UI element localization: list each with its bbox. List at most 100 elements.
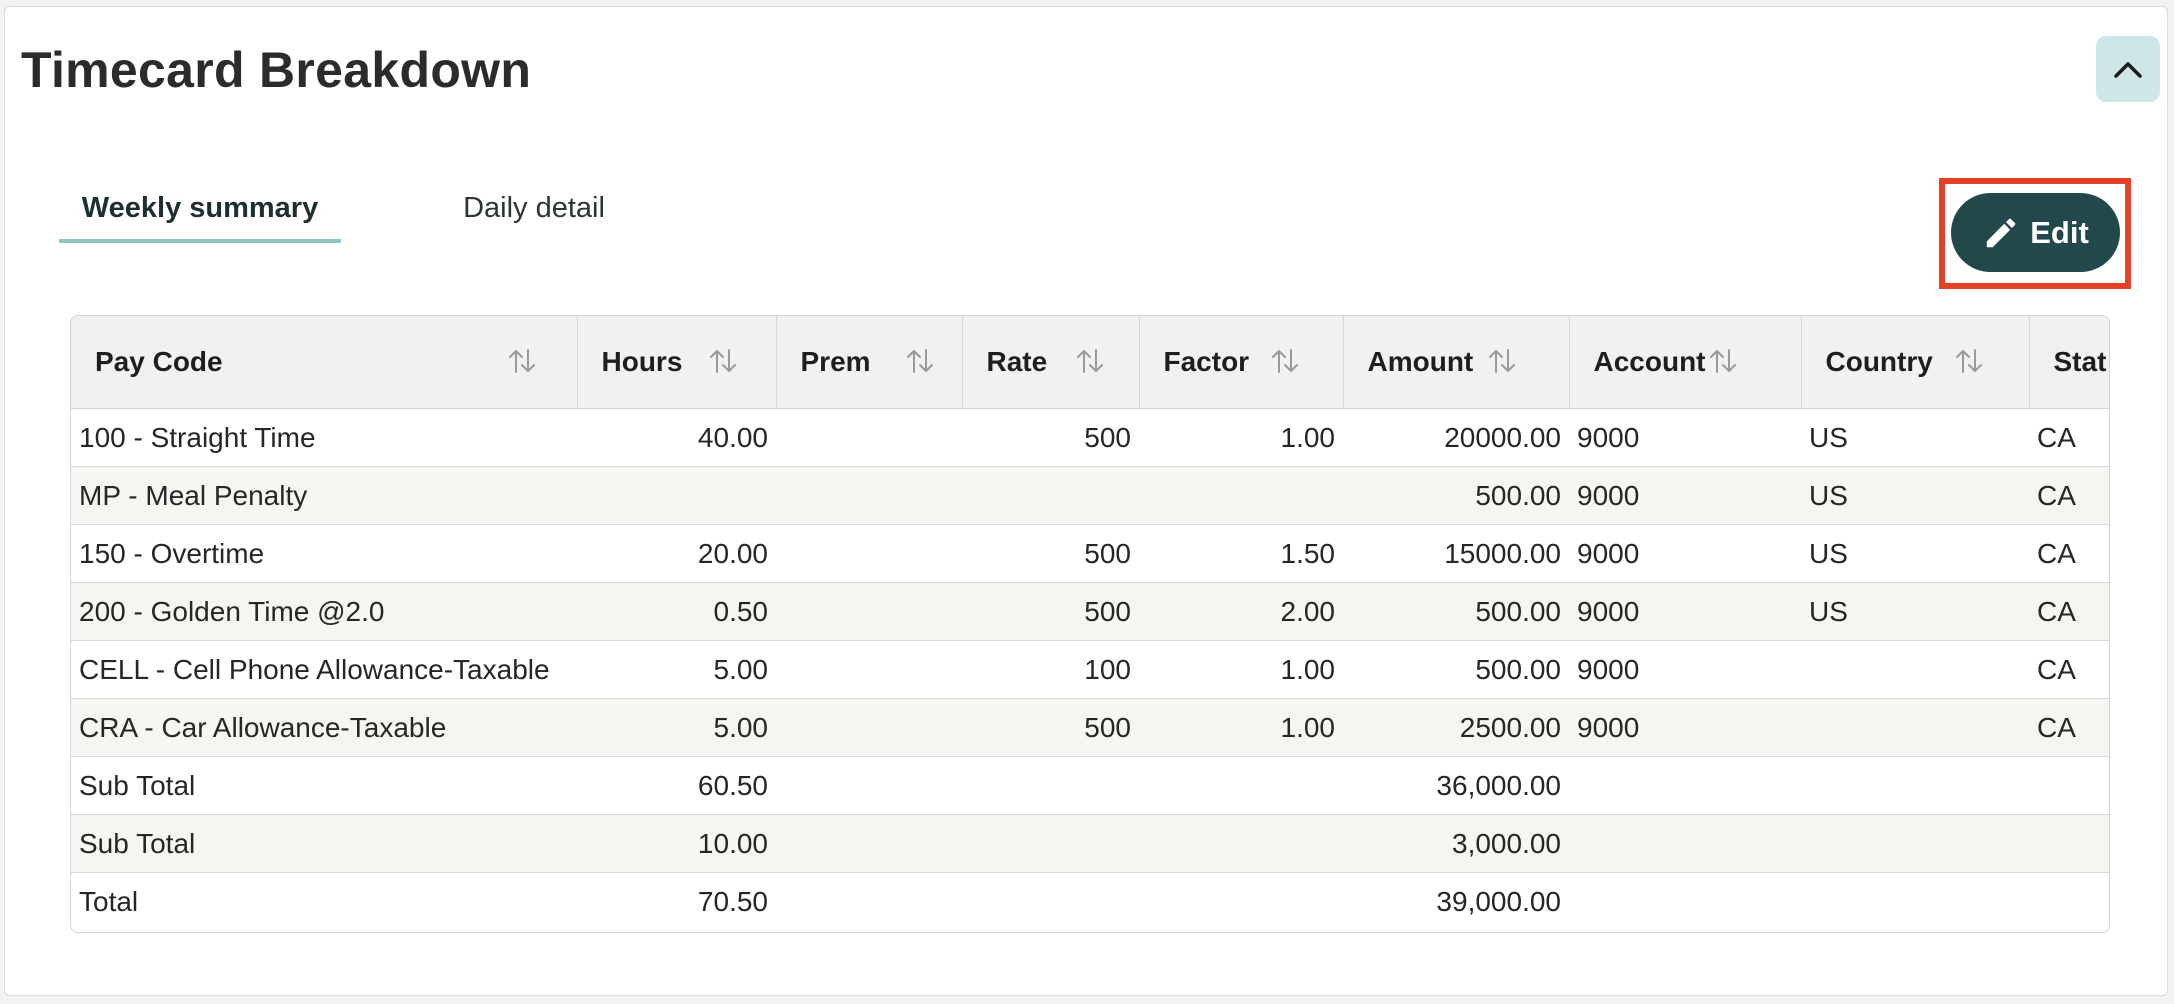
- table-cell: 1.00: [1139, 640, 1343, 699]
- table-cell: [962, 814, 1139, 873]
- sort-icon[interactable]: [1708, 346, 1738, 376]
- table-cell: US: [1801, 582, 2029, 641]
- col-factor[interactable]: Factor: [1139, 316, 1344, 409]
- edit-button[interactable]: Edit: [1951, 193, 2120, 272]
- table-cell: 500.00: [1343, 466, 1569, 525]
- table-cell: 100: [962, 640, 1139, 699]
- panel-title: Timecard Breakdown: [21, 42, 532, 98]
- table-cell: 500: [962, 524, 1139, 583]
- table-cell: [962, 756, 1139, 815]
- table-cell: 39,000.00: [1436, 885, 1561, 917]
- tab-daily-detail[interactable]: Daily detail: [389, 177, 679, 239]
- table-row[interactable]: Sub Total 60.50 36,000.00: [71, 756, 2109, 815]
- table-cell: 60.50: [577, 756, 776, 815]
- table-cell: US: [1801, 524, 2029, 583]
- table-cell: 500: [962, 582, 1139, 641]
- table-cell: 500.00: [1343, 640, 1569, 699]
- table-cell: [776, 582, 962, 641]
- table-cell: [1569, 814, 1801, 873]
- table-cell: [1139, 873, 1343, 931]
- table-cell: [2029, 756, 2109, 815]
- col-account[interactable]: Account: [1569, 316, 1802, 409]
- table-cell: [1801, 698, 2029, 757]
- table-cell: Sub Total: [71, 814, 577, 873]
- table-row[interactable]: 100 - Straight Time 40.00 500 1.00 20000.00 9…: [71, 408, 2109, 467]
- table-cell: [776, 873, 962, 931]
- table-cell: [776, 698, 962, 757]
- table-cell: 500.00: [1343, 582, 1569, 641]
- table-row[interactable]: 200 - Golden Time @2.0 0.50 500 2.00 500.00 9…: [71, 582, 2109, 641]
- table-cell: [1139, 466, 1343, 525]
- table-cell: Sub Total: [71, 756, 577, 815]
- table-row[interactable]: Total 70.50 39,000.00: [71, 873, 2109, 931]
- table-cell: 1.50: [1139, 524, 1343, 583]
- table-cell: [776, 524, 962, 583]
- col-country[interactable]: Country: [1801, 316, 2030, 409]
- table-row[interactable]: CRA - Car Allowance-Taxable 5.00 500 1.00 25…: [71, 698, 2109, 757]
- table-cell: Total: [79, 885, 139, 917]
- sort-icon[interactable]: [1954, 346, 1984, 376]
- table-row[interactable]: 150 - Overtime 20.00 500 1.50 15000.00 9000 US…: [71, 524, 2109, 583]
- table-row[interactable]: CELL - Cell Phone Allowance-Taxable 5.00 1…: [71, 640, 2109, 699]
- table-cell: US: [1801, 408, 2029, 467]
- table-cell: 9000: [1569, 466, 1801, 525]
- table-cell: [1139, 756, 1343, 815]
- table-cell: 1.00: [1139, 698, 1343, 757]
- table-cell: 9000: [1569, 640, 1801, 699]
- col-amount[interactable]: Amount: [1343, 316, 1570, 409]
- col-prem[interactable]: Prem: [776, 316, 963, 409]
- table-cell: MP - Meal Penalty: [71, 466, 577, 525]
- table-cell: 40.00: [577, 408, 776, 467]
- tab-bar: Weekly summary Daily detail: [59, 177, 605, 243]
- sort-icon[interactable]: [507, 346, 537, 376]
- table-cell: CA: [2029, 698, 2109, 757]
- tab-weekly-summary[interactable]: Weekly summary: [59, 177, 341, 243]
- col-pay-code[interactable]: Pay Code: [71, 316, 578, 409]
- table-cell: [1801, 873, 2029, 931]
- table-cell: [962, 466, 1139, 525]
- col-stat[interactable]: Stat: [2029, 316, 2109, 409]
- edit-button-label: Edit: [2030, 214, 2089, 250]
- table-cell: 100 - Straight Time: [71, 408, 577, 467]
- pencil-icon: [1986, 218, 2016, 247]
- table-cell: 200 - Golden Time @2.0: [71, 582, 577, 641]
- table-cell: [1801, 756, 2029, 815]
- col-rate[interactable]: Rate: [962, 316, 1140, 409]
- table-cell: [1801, 814, 2029, 873]
- sort-icon[interactable]: [905, 346, 935, 376]
- table-cell: [776, 814, 962, 873]
- sort-icon[interactable]: [1487, 346, 1517, 376]
- table-row[interactable]: MP - Meal Penalty 500.00 9000 US CA: [71, 466, 2109, 525]
- table-cell: 9000: [1569, 698, 1801, 757]
- table-cell: 1.00: [1139, 408, 1343, 467]
- table-cell: [577, 466, 776, 525]
- table-cell: [1801, 640, 2029, 699]
- table-cell: CA: [2029, 466, 2109, 525]
- table-cell: [1569, 873, 1801, 931]
- timecard-table-container[interactable]: Pay Code Hours Prem Rate Factor Amount A…: [70, 315, 2110, 933]
- table-cell: [776, 408, 962, 467]
- table-cell: 2500.00: [1343, 698, 1569, 757]
- table-cell: 500: [962, 408, 1139, 467]
- table-cell: 70.50: [697, 885, 768, 917]
- table-cell: 2.00: [1139, 582, 1343, 641]
- table-cell: [962, 873, 1139, 931]
- table-cell: 15000.00: [1343, 524, 1569, 583]
- col-hours[interactable]: Hours: [577, 316, 777, 409]
- table-cell: CELL - Cell Phone Allowance-Taxable: [71, 640, 577, 699]
- sort-icon[interactable]: [708, 346, 738, 376]
- sort-icon[interactable]: [1270, 346, 1300, 376]
- table-cell: [2029, 814, 2109, 873]
- table-cell: [776, 466, 962, 525]
- table-cell: 9000: [1569, 582, 1801, 641]
- table-cell: CA: [2029, 582, 2109, 641]
- collapse-button[interactable]: [2096, 36, 2160, 102]
- table-row[interactable]: Sub Total 10.00 3,000.00: [71, 814, 2109, 873]
- table-cell: [776, 756, 962, 815]
- timecard-table: Pay Code Hours Prem Rate Factor Amount A…: [71, 316, 2109, 931]
- table-cell: US: [1801, 466, 2029, 525]
- table-cell: 500: [962, 698, 1139, 757]
- table-cell: CRA - Car Allowance-Taxable: [71, 698, 577, 757]
- table-cell: 0.50: [577, 582, 776, 641]
- sort-icon[interactable]: [1075, 346, 1105, 376]
